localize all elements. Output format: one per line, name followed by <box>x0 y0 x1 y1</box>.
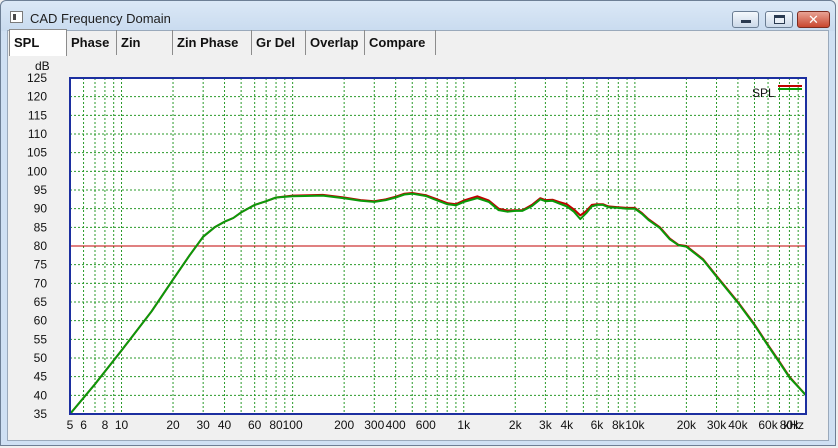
y-tick-label: 120 <box>27 90 47 104</box>
tab-compare[interactable]: Compare <box>365 30 436 55</box>
app-icon[interactable] <box>10 11 23 23</box>
y-tick-label: 50 <box>34 351 48 365</box>
tab-overlap[interactable]: Overlap <box>306 30 365 55</box>
y-tick-label: 105 <box>27 146 47 160</box>
minimize-icon <box>741 20 751 23</box>
y-tick-label: 85 <box>34 220 48 234</box>
x-tick-label: 300 <box>364 418 384 432</box>
tab-label: Phase <box>71 35 110 50</box>
y-tick-label: 60 <box>34 314 48 328</box>
tab-label: Gr Del <box>256 35 296 50</box>
tab-zin-phase[interactable]: Zin Phase <box>173 30 252 55</box>
x-tick-label: 20 <box>166 418 180 432</box>
tab-label: SPL <box>14 35 40 50</box>
spl-chart[interactable]: 3540455055606570758085909510010511011512… <box>9 57 827 440</box>
title-bar[interactable]: CAD Frequency Domain ✕ <box>1 1 835 31</box>
y-tick-label: 65 <box>34 295 48 309</box>
tab-spl[interactable]: SPL <box>9 29 67 56</box>
y-tick-label: 115 <box>28 108 47 122</box>
x-tick-label: 6 <box>80 418 87 432</box>
tab-label: Zin Phase <box>177 35 239 50</box>
x-tick-label: 600 <box>416 418 436 432</box>
x-tick-label: 10k <box>625 418 645 432</box>
minimize-button[interactable] <box>732 11 759 28</box>
x-tick-label: 5 <box>67 418 74 432</box>
tab-label: Compare <box>369 35 426 50</box>
close-button[interactable]: ✕ <box>797 11 830 28</box>
x-tick-label: 2k <box>509 418 523 432</box>
tab-bar: SPL Phase Zin Zin Phase Gr Del Overlap C… <box>7 29 829 56</box>
tab-gr-del[interactable]: Gr Del <box>252 30 306 55</box>
window-title: CAD Frequency Domain <box>30 11 171 26</box>
y-tick-label: 40 <box>34 388 48 402</box>
x-tick-label: 80 <box>269 418 283 432</box>
y-tick-label: 70 <box>34 276 48 290</box>
x-tick-label: 1k <box>457 418 471 432</box>
y-tick-label: 75 <box>34 258 48 272</box>
tab-phase[interactable]: Phase <box>67 30 117 55</box>
x-tick-label: 200 <box>334 418 354 432</box>
y-axis-label: dB <box>35 59 50 73</box>
y-tick-label: 125 <box>27 71 47 85</box>
y-tick-label: 90 <box>34 202 48 216</box>
tab-label: Overlap <box>310 35 359 50</box>
x-tick-label: 100 <box>283 418 303 432</box>
x-tick-label: 400 <box>386 418 406 432</box>
x-tick-label: 30k <box>707 418 727 432</box>
tab-label: Zin <box>121 35 141 50</box>
x-tick-label: 20k <box>677 418 697 432</box>
maximize-button[interactable] <box>765 11 793 28</box>
y-tick-label: 100 <box>27 164 47 178</box>
x-tick-label: 10 <box>115 418 129 432</box>
close-icon: ✕ <box>808 12 819 27</box>
x-tick-label: 40 <box>218 418 232 432</box>
x-tick-label: 3k <box>539 418 553 432</box>
x-tick-label: 8k <box>612 418 626 432</box>
y-tick-label: 45 <box>34 370 48 384</box>
y-tick-label: 80 <box>34 239 48 253</box>
y-tick-label: 110 <box>28 127 47 141</box>
x-tick-label: 30 <box>196 418 210 432</box>
tab-zin[interactable]: Zin <box>117 30 173 55</box>
y-tick-label: 55 <box>34 332 48 346</box>
x-tick-label: 8 <box>102 418 109 432</box>
x-tick-label: 60 <box>248 418 262 432</box>
legend-label: SPL <box>752 86 775 100</box>
x-tick-label: 6k <box>591 418 605 432</box>
x-tick-label: 4k <box>560 418 574 432</box>
x-tick-label: 60k <box>758 418 778 432</box>
x-axis-label: kHz <box>783 418 804 432</box>
y-tick-label: 95 <box>34 183 48 197</box>
maximize-icon <box>774 15 785 24</box>
x-tick-label: 40k <box>728 418 748 432</box>
plot-frame: 35 40 45 50 55 60 65 70 75 80 85 90 95 100 105 110 115 12… <box>9 57 827 440</box>
y-tick-label: 35 <box>34 407 48 421</box>
